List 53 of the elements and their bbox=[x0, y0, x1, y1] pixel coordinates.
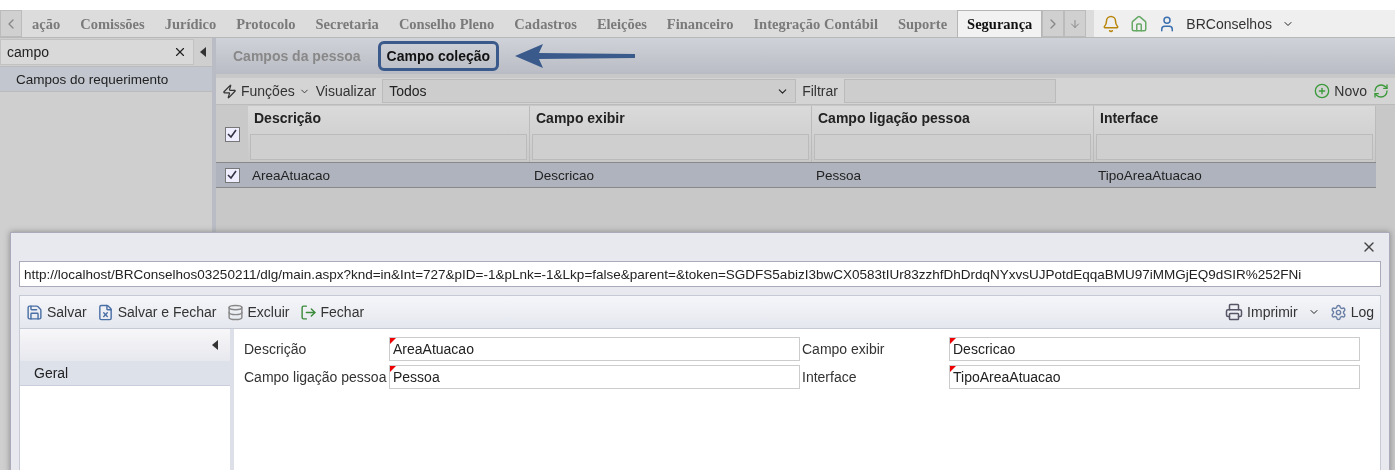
collapse-icon[interactable] bbox=[200, 47, 206, 57]
gear-icon bbox=[1329, 303, 1347, 321]
scroll-right-button[interactable] bbox=[1042, 10, 1065, 37]
collapse-icon[interactable] bbox=[212, 340, 218, 350]
input-field[interactable]: AreaAtuacao bbox=[389, 337, 800, 361]
refresh-icon[interactable] bbox=[1373, 83, 1389, 99]
toolbar-button[interactable]: Salvar e Fechar bbox=[96, 303, 217, 321]
checkbox[interactable] bbox=[224, 126, 240, 142]
printer-icon bbox=[1225, 303, 1244, 321]
lightning-icon bbox=[222, 83, 237, 99]
search-field[interactable]: campo bbox=[0, 39, 194, 65]
user-name[interactable]: BRConselhos bbox=[1186, 15, 1272, 32]
down-arrow-button[interactable] bbox=[1064, 10, 1087, 37]
table-cell: Pessoa bbox=[812, 162, 1094, 188]
toolbar-button[interactable]: Salvar bbox=[26, 303, 87, 321]
toolbar-button[interactable]: Fechar bbox=[299, 303, 365, 321]
functions-button[interactable]: Funções bbox=[222, 83, 310, 99]
table-cell: TipoAreaAtuacao bbox=[1094, 162, 1376, 188]
toolbar-button[interactable]: Excluir bbox=[226, 303, 290, 321]
field-label: Descrição bbox=[244, 340, 308, 359]
menu-tab[interactable]: Segurança bbox=[957, 10, 1043, 37]
view-select[interactable]: Todos bbox=[382, 79, 797, 103]
input-field[interactable]: Pessoa bbox=[389, 365, 800, 389]
new-button[interactable]: Novo bbox=[1314, 83, 1367, 99]
table-cell: AreaAtuacao bbox=[248, 162, 530, 188]
tab[interactable]: Campo coleção bbox=[377, 41, 500, 71]
table-cell: Descricao bbox=[530, 162, 812, 188]
sidebar-item[interactable]: Campos do requerimento bbox=[0, 66, 212, 92]
bell-icon[interactable] bbox=[1102, 14, 1121, 33]
view-label: Visualizar bbox=[315, 83, 377, 99]
input-field[interactable]: Descricao bbox=[949, 337, 1360, 361]
field-label: Campo ligação pessoa bbox=[244, 368, 388, 387]
log-button[interactable]: Log bbox=[1329, 303, 1374, 321]
scroll-left-button[interactable] bbox=[0, 10, 22, 37]
table-row[interactable] bbox=[216, 162, 248, 188]
filter-field[interactable] bbox=[843, 79, 1056, 103]
save-icon bbox=[26, 303, 43, 321]
filter-label: Filtrar bbox=[802, 83, 838, 99]
database-icon bbox=[226, 303, 244, 321]
input-field[interactable]: TipoAreaAtuacao bbox=[949, 365, 1360, 389]
checkbox[interactable] bbox=[224, 167, 240, 183]
down-arrow-icon bbox=[1069, 17, 1082, 30]
save-close-icon bbox=[96, 303, 114, 321]
plus-icon bbox=[1314, 83, 1331, 99]
print-button[interactable]: Imprimir bbox=[1225, 303, 1298, 321]
field-label: Interface bbox=[802, 368, 858, 387]
field-label: Campo exibir bbox=[802, 340, 886, 359]
clear-icon[interactable] bbox=[173, 45, 187, 59]
home-icon[interactable] bbox=[1130, 14, 1149, 33]
sidebar-item[interactable]: Geral bbox=[20, 361, 230, 386]
exit-icon bbox=[299, 303, 317, 321]
pointer-arrow-icon bbox=[515, 43, 636, 69]
url-field[interactable]: http://localhost/BRConselhos03250211/dlg/main.aspx?knd=in&Int=727&pID=-1&pLnk=-1&Lkp=false&parent=&token=SGDFS5abizI3bwCX0583tIUr83zzhfDhDrdqNYxvsUJPotdEqqaBMU97iMMGjEQ9dSIR%252FNi bbox=[19, 261, 1381, 287]
